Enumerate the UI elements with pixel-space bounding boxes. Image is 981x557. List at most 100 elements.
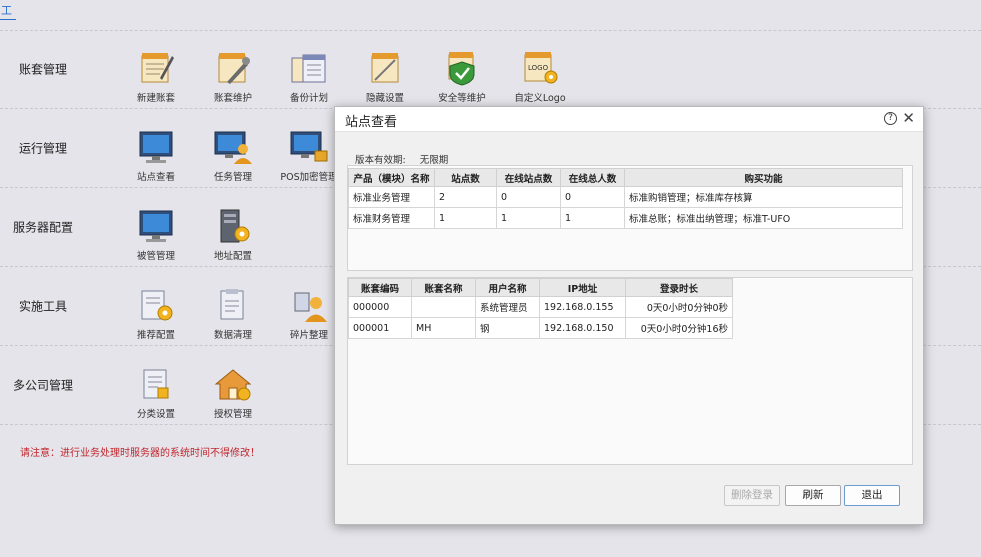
tool-label: 自定义Logo [514,93,566,104]
tool-label: 站点查看 [136,172,175,183]
table-row[interactable]: 000001 MH 钢 192.168.0.150 0天0小时0分钟16秒 [348,317,733,339]
category-settings-icon [143,369,169,399]
section-title: 实施工具 [18,299,67,314]
new-account-icon [141,53,174,83]
section-title: 账套管理 [18,62,67,77]
tool-label: 推荐配置 [136,330,175,341]
table-cell: 0 [560,186,625,208]
site-monitor-icon [139,131,173,163]
site-view-dialog: 站点查看 ? ✕ 版本有效期: 无限期 产品（模块）名称 站点数 在线站点数 在线… [334,106,924,525]
help-icon[interactable]: ? [884,112,897,125]
table-header-row: 产品（模块）名称 站点数 在线站点数 在线总人数 购买功能 [348,168,903,187]
dialog-title: 站点查看 [345,115,398,130]
table-cell: 系统管理员 [475,296,540,318]
tool-label: 任务管理 [213,172,252,183]
table-cell: MH [411,317,476,339]
hide-settings-icon [371,53,399,83]
table-cell: 192.168.0.155 [539,296,626,318]
session-table: 账套编码 账套名称 用户名称 IP地址 登录时长 000000 系统管理员 19… [348,278,733,339]
logo-icon: LOGO [524,52,558,84]
refresh-button[interactable]: 刷新 [785,485,841,506]
column-header[interactable]: 用户名称 [475,278,540,297]
tool-label: 账套维护 [213,93,252,104]
tool-custom-logo[interactable]: LOGO 自定义Logo [502,50,578,104]
column-header[interactable]: 在线站点数 [496,168,561,187]
tool-security-maintenance[interactable]: 安全等维护 [424,50,500,104]
column-header[interactable]: 产品（模块）名称 [348,168,435,187]
system-time-notice: 请注意：进行业务处理时服务器的系统时间不得修改！ [20,448,260,459]
exit-button[interactable]: 退出 [844,485,900,506]
table-cell: 标准购销管理；标准库存核算 [624,186,903,208]
tool-label: 备份计划 [289,93,328,104]
tool-label: 隐藏设置 [365,93,404,104]
managed-monitor-icon [139,210,173,242]
section-title: 服务器配置 [12,220,73,235]
table-row[interactable]: 000000 系统管理员 192.168.0.155 0天0小时0分钟0秒 [348,296,733,318]
table-cell: 0天0小时0分钟0秒 [625,296,733,318]
table-header-row: 账套编码 账套名称 用户名称 IP地址 登录时长 [348,278,733,297]
session-table-panel: 账套编码 账套名称 用户名称 IP地址 登录时长 000000 系统管理员 19… [347,277,913,465]
tool-task-management[interactable]: 任务管理 [195,129,271,183]
table-cell: 000001 [348,317,412,339]
section-title: 多公司管理 [12,378,73,393]
product-table: 产品（模块）名称 站点数 在线站点数 在线总人数 购买功能 标准业务管理 2 0… [348,168,903,229]
tool-account-maintenance[interactable]: 账套维护 [195,50,271,104]
tool-hide-settings[interactable]: 隐藏设置 [347,50,423,104]
table-cell: 0天0小时0分钟16秒 [625,317,733,339]
tool-label: 地址配置 [213,251,252,262]
version-validity: 版本有效期: 无限期 [355,152,448,166]
column-header[interactable]: IP地址 [539,278,626,297]
column-header[interactable]: 账套编码 [348,278,412,297]
tool-label: 数据清理 [213,330,252,341]
column-header[interactable]: 购买功能 [624,168,903,187]
defrag-user-icon [294,292,327,322]
table-cell: 0 [496,186,561,208]
table-cell: 钢 [475,317,540,339]
table-cell: 标准财务管理 [348,207,435,229]
data-cleanup-icon [220,289,244,320]
license-house-icon [214,369,252,401]
section-title: 运行管理 [18,141,67,156]
column-header[interactable]: 登录时长 [625,278,733,297]
security-shield-icon [448,52,475,86]
recommend-config-icon [141,290,173,321]
address-config-icon [220,209,250,243]
table-cell: 192.168.0.150 [539,317,626,339]
tool-label: 安全等维护 [438,93,486,104]
tool-site-view[interactable]: 站点查看 [118,129,194,183]
column-header[interactable]: 站点数 [434,168,497,187]
table-cell: 2 [434,186,497,208]
svg-text:LOGO: LOGO [528,64,549,72]
table-row[interactable]: 标准业务管理 2 0 0 标准购销管理；标准库存核算 [348,186,903,208]
top-tab[interactable]: 工 [0,2,16,20]
table-cell: 标准业务管理 [348,186,435,208]
tool-category-settings[interactable]: 分类设置 [118,366,194,420]
pos-encrypt-icon [290,131,328,162]
column-header[interactable]: 在线总人数 [560,168,625,187]
tool-license-management[interactable]: 授权管理 [195,366,271,420]
tool-label: 分类设置 [136,409,175,420]
tool-data-cleanup[interactable]: 数据清理 [195,287,271,341]
remove-login-button[interactable]: 删除登录 [724,485,780,506]
tool-label: 被管管理 [136,251,175,262]
table-cell [411,296,476,318]
backup-plan-icon [291,54,326,83]
tool-address-config[interactable]: 地址配置 [195,208,271,262]
tool-label: 新建账套 [136,93,175,104]
task-user-icon [214,131,252,164]
table-cell: 1 [434,207,497,229]
tool-recommended-config[interactable]: 推荐配置 [118,287,194,341]
tool-new-account[interactable]: 新建账套 [118,50,194,104]
tool-managed-management[interactable]: 被管管理 [118,208,194,262]
maintenance-icon [218,53,250,84]
tool-label: 授权管理 [213,409,252,420]
table-cell: 1 [496,207,561,229]
column-header[interactable]: 账套名称 [411,278,476,297]
close-icon[interactable]: ✕ [902,109,915,127]
table-cell: 000000 [348,296,412,318]
table-cell: 标准总账；标准出纳管理；标准T-UFO [624,207,903,229]
table-row[interactable]: 标准财务管理 1 1 1 标准总账；标准出纳管理；标准T-UFO [348,207,903,229]
tool-backup-plan[interactable]: 备份计划 [271,50,347,104]
table-cell: 1 [560,207,625,229]
product-table-panel: 产品（模块）名称 站点数 在线站点数 在线总人数 购买功能 标准业务管理 2 0… [347,165,913,271]
